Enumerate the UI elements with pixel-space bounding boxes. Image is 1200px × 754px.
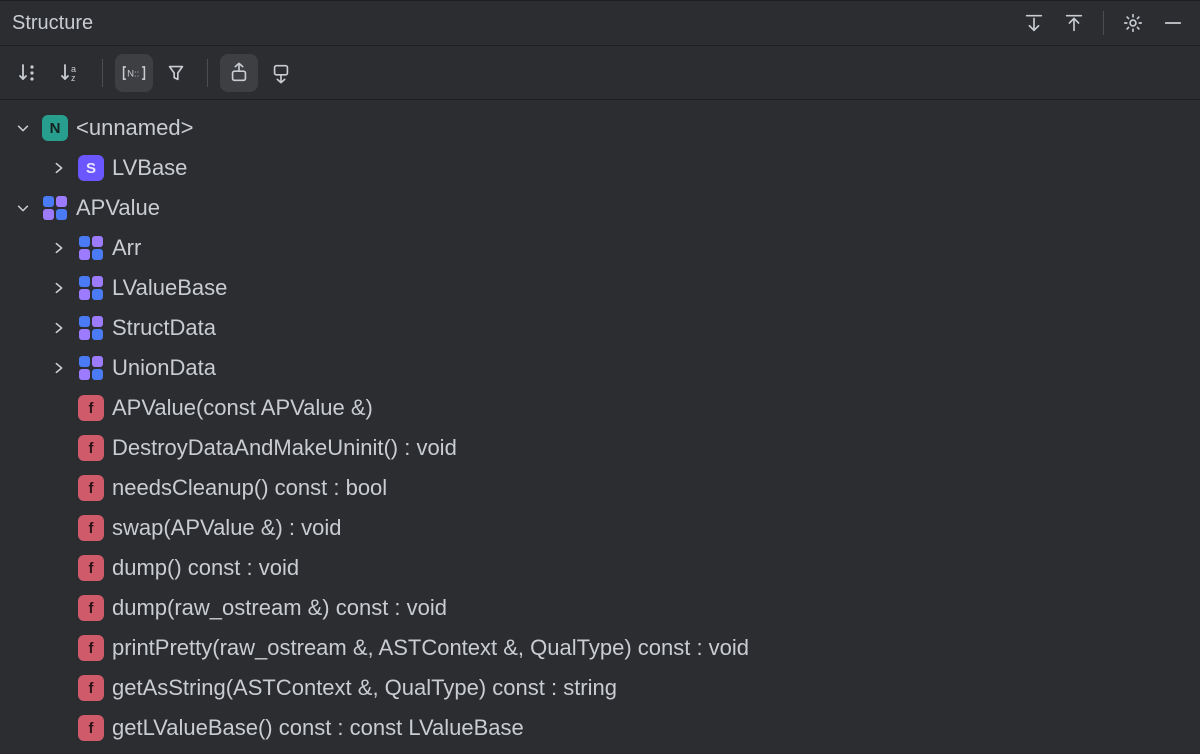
function-icon: f (78, 715, 104, 741)
function-icon: f (78, 395, 104, 421)
collapse-all-icon (1063, 12, 1085, 34)
separator (207, 59, 208, 87)
svg-text:N::: N:: (127, 68, 139, 79)
node-label: dump() const : void (112, 555, 299, 581)
class-icon (78, 235, 104, 261)
filter-button[interactable] (157, 54, 195, 92)
node-label: UnionData (112, 355, 216, 381)
chevron-right-icon[interactable] (48, 321, 70, 335)
chevron-right-icon[interactable] (48, 161, 70, 175)
chevron-right-icon[interactable] (48, 281, 70, 295)
structure-toolbar: a z N:: (0, 46, 1200, 100)
panel-titlebar: Structure (0, 0, 1200, 46)
tree-node-class[interactable]: APValue (8, 188, 1200, 228)
svg-text:z: z (71, 73, 76, 83)
tree-node-namespace[interactable]: N <unnamed> (8, 108, 1200, 148)
class-icon (78, 315, 104, 341)
expand-all-icon (1023, 12, 1045, 34)
chevron-right-icon[interactable] (48, 241, 70, 255)
tree-node-class[interactable]: UnionData (8, 348, 1200, 388)
collapse-all-button[interactable] (1057, 6, 1091, 40)
tree-node-method[interactable]: f swap(APValue &) : void (8, 508, 1200, 548)
tree-node-method[interactable]: f getLValueBase() const : const LValueBa… (8, 708, 1200, 748)
node-label: needsCleanup() const : bool (112, 475, 387, 501)
panel-title: Structure (10, 12, 93, 35)
class-icon (78, 355, 104, 381)
show-namespaces-button[interactable]: N:: (115, 54, 153, 92)
sort-visibility-icon (17, 61, 41, 85)
namespace-toggle-icon: N:: (121, 63, 147, 83)
chevron-down-icon[interactable] (12, 121, 34, 135)
chevron-right-icon[interactable] (48, 361, 70, 375)
node-label: LValueBase (112, 275, 227, 301)
settings-button[interactable] (1116, 6, 1150, 40)
sort-alpha-icon: a z (59, 61, 83, 85)
node-label: getLValueBase() const : const LValueBase (112, 715, 524, 741)
tree-node-method[interactable]: f DestroyDataAndMakeUninit() : void (8, 428, 1200, 468)
tree-node-class[interactable]: StructData (8, 308, 1200, 348)
class-icon (42, 195, 68, 221)
tree-node-method[interactable]: f APValue(const APValue &) (8, 388, 1200, 428)
namespace-icon: N (42, 115, 68, 141)
tree-node-class[interactable]: Arr (8, 228, 1200, 268)
hide-button[interactable] (1156, 6, 1190, 40)
titlebar-tools (1017, 6, 1190, 40)
function-icon: f (78, 515, 104, 541)
function-icon: f (78, 555, 104, 581)
sort-by-visibility-button[interactable] (10, 54, 48, 92)
node-label: dump(raw_ostream &) const : void (112, 595, 447, 621)
tree-node-method[interactable]: f printPretty(raw_ostream &, ASTContext … (8, 628, 1200, 668)
filter-icon (165, 62, 187, 84)
node-label: APValue(const APValue &) (112, 395, 373, 421)
class-icon (78, 275, 104, 301)
gear-icon (1122, 12, 1144, 34)
node-label: DestroyDataAndMakeUninit() : void (112, 435, 457, 461)
sort-alphabetically-button[interactable]: a z (52, 54, 90, 92)
separator (102, 59, 103, 87)
node-label: printPretty(raw_ostream &, ASTContext &,… (112, 635, 749, 661)
expand-all-button[interactable] (1017, 6, 1051, 40)
node-label: swap(APValue &) : void (112, 515, 341, 541)
tree-node-method[interactable]: f getAsString(ASTContext &, QualType) co… (8, 668, 1200, 708)
autoscroll-from-source-icon (270, 62, 292, 84)
tree-node-struct[interactable]: S LVBase (8, 148, 1200, 188)
tree-node-class[interactable]: LValueBase (8, 268, 1200, 308)
tree-node-method[interactable]: f dump(raw_ostream &) const : void (8, 588, 1200, 628)
node-label: StructData (112, 315, 216, 341)
function-icon: f (78, 475, 104, 501)
function-icon: f (78, 635, 104, 661)
minimize-icon (1162, 12, 1184, 34)
autoscroll-to-source-icon (228, 62, 250, 84)
tree-node-method[interactable]: f needsCleanup() const : bool (8, 468, 1200, 508)
autoscroll-to-source-button[interactable] (220, 54, 258, 92)
structure-tree[interactable]: N <unnamed> S LVBase APValue Arr LValueB… (0, 100, 1200, 754)
function-icon: f (78, 595, 104, 621)
autoscroll-from-source-button[interactable] (262, 54, 300, 92)
function-icon: f (78, 435, 104, 461)
function-icon: f (78, 675, 104, 701)
node-label: APValue (76, 195, 160, 221)
chevron-down-icon[interactable] (12, 201, 34, 215)
node-label: <unnamed> (76, 115, 193, 141)
tree-node-method[interactable]: f dump() const : void (8, 548, 1200, 588)
node-label: getAsString(ASTContext &, QualType) cons… (112, 675, 617, 701)
separator (1103, 11, 1104, 35)
node-label: LVBase (112, 155, 187, 181)
struct-icon: S (78, 155, 104, 181)
node-label: Arr (112, 235, 141, 261)
